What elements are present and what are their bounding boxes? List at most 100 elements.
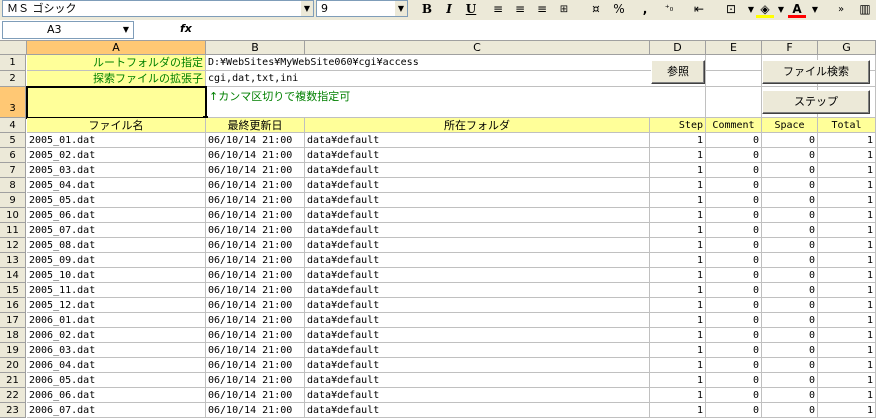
table-cell[interactable]: 0 [706,373,762,388]
align-center-icon[interactable]: ≡ [511,1,529,18]
table-cell[interactable]: 0 [706,163,762,178]
table-cell[interactable]: 06/10/14 21:00 [206,223,305,238]
function-icon[interactable]: fx [180,22,192,35]
table-cell[interactable]: 1 [818,343,876,358]
column-header-a[interactable]: A [27,41,206,55]
table-cell[interactable]: 2006_07.dat [27,403,206,418]
table-cell[interactable]: 2006_04.dat [27,358,206,373]
file-search-button[interactable]: ファイル検索 [762,60,870,84]
table-cell[interactable]: 1 [650,283,706,298]
row-header[interactable]: 9 [0,193,26,208]
table-cell[interactable]: 1 [650,313,706,328]
row-header[interactable]: 16 [0,298,26,313]
table-cell[interactable]: 0 [706,148,762,163]
table-cell[interactable]: data¥default [305,178,650,193]
table-cell[interactable]: 06/10/14 21:00 [206,148,305,163]
table-cell[interactable]: 2005_06.dat [27,208,206,223]
root-folder-value[interactable]: D:¥WebSites¥MyWebSite060¥cgi¥access [206,55,650,71]
table-cell[interactable]: 0 [706,283,762,298]
font-color-button[interactable]: A [788,1,806,18]
table-header-cell[interactable]: 最終更新日 [206,118,305,133]
table-cell[interactable]: 0 [706,238,762,253]
merge-center-icon[interactable]: ⊞ [555,1,573,18]
row-header[interactable]: 11 [0,223,26,238]
table-cell[interactable]: 1 [818,178,876,193]
table-cell[interactable]: data¥default [305,403,650,418]
table-cell[interactable]: 0 [762,178,818,193]
table-cell[interactable]: 1 [818,298,876,313]
table-cell[interactable]: 06/10/14 21:00 [206,388,305,403]
table-cell[interactable]: data¥default [305,313,650,328]
table-cell[interactable]: 06/10/14 21:00 [206,328,305,343]
table-cell[interactable]: 0 [706,223,762,238]
column-header-c[interactable]: C [305,41,650,55]
table-cell[interactable]: data¥default [305,253,650,268]
decrease-indent-icon[interactable]: ⇤ [690,1,708,18]
table-cell[interactable]: 0 [706,193,762,208]
table-cell[interactable]: 2006_02.dat [27,328,206,343]
selected-cell-a3[interactable] [27,87,206,118]
table-cell[interactable]: 1 [650,148,706,163]
table-cell[interactable]: 2005_05.dat [27,193,206,208]
table-cell[interactable]: data¥default [305,283,650,298]
row-header[interactable]: 2 [0,71,26,87]
table-header-cell[interactable]: Comment [706,118,762,133]
underline-button[interactable]: U [462,1,480,18]
table-cell[interactable]: 06/10/14 21:00 [206,163,305,178]
chevron-down-icon[interactable]: ▼ [301,1,313,16]
table-cell[interactable]: 1 [650,238,706,253]
table-cell[interactable]: 0 [706,358,762,373]
table-cell[interactable]: 0 [762,223,818,238]
table-cell[interactable]: 1 [818,133,876,148]
table-cell[interactable]: 0 [762,163,818,178]
table-cell[interactable]: data¥default [305,298,650,313]
table-cell[interactable]: 1 [818,328,876,343]
table-cell[interactable]: 0 [762,133,818,148]
row-header[interactable]: 12 [0,238,26,253]
toolbar-options-icon[interactable]: » [832,1,850,18]
table-cell[interactable]: 1 [818,253,876,268]
cell[interactable] [706,71,762,87]
row-header[interactable]: 17 [0,313,26,328]
table-cell[interactable]: 1 [650,388,706,403]
table-cell[interactable]: 0 [762,343,818,358]
currency-icon[interactable]: ¤ [587,1,605,18]
table-cell[interactable]: 1 [818,403,876,418]
table-cell[interactable]: 06/10/14 21:00 [206,133,305,148]
row-header[interactable]: 6 [0,148,26,163]
table-cell[interactable]: 0 [762,193,818,208]
select-all-corner[interactable] [0,41,27,55]
table-cell[interactable]: data¥default [305,133,650,148]
table-cell[interactable]: 0 [762,358,818,373]
table-cell[interactable]: data¥default [305,328,650,343]
table-cell[interactable]: 0 [762,253,818,268]
table-cell[interactable]: data¥default [305,223,650,238]
row-header[interactable]: 10 [0,208,26,223]
table-cell[interactable]: 1 [650,133,706,148]
table-cell[interactable]: 1 [818,193,876,208]
formula-input[interactable] [200,21,876,39]
row-header[interactable]: 23 [0,403,26,418]
table-cell[interactable]: 0 [762,373,818,388]
row-header[interactable]: 8 [0,178,26,193]
table-cell[interactable]: 1 [650,343,706,358]
table-cell[interactable]: 0 [762,268,818,283]
table-cell[interactable]: 2005_03.dat [27,163,206,178]
chevron-down-icon[interactable]: ▼ [806,1,824,18]
table-cell[interactable]: 0 [706,298,762,313]
extension-value[interactable]: cgi,dat,txt,ini [206,71,650,87]
table-cell[interactable]: 0 [762,403,818,418]
table-cell[interactable]: 06/10/14 21:00 [206,343,305,358]
table-cell[interactable]: 06/10/14 21:00 [206,283,305,298]
step-button[interactable]: ステップ [762,90,870,114]
table-cell[interactable]: 0 [706,133,762,148]
table-cell[interactable]: 06/10/14 21:00 [206,238,305,253]
table-cell[interactable]: 1 [818,208,876,223]
table-cell[interactable]: 1 [650,358,706,373]
table-header-cell[interactable]: Space [762,118,818,133]
table-cell[interactable]: 1 [650,193,706,208]
table-cell[interactable]: 2005_04.dat [27,178,206,193]
table-cell[interactable]: 2006_01.dat [27,313,206,328]
table-cell[interactable]: 2005_09.dat [27,253,206,268]
table-cell[interactable]: data¥default [305,358,650,373]
